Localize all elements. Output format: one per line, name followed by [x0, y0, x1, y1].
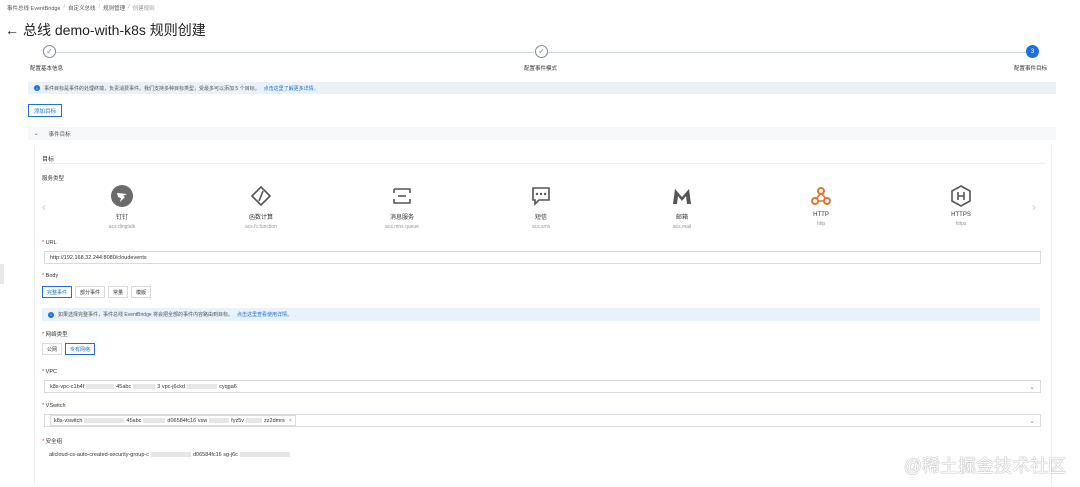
body-radio-group: 完整事件 部分事件 常量 模版 [42, 286, 152, 298]
section-title: 目标 [42, 157, 55, 163]
service-http[interactable]: HTTP http [791, 184, 851, 227]
service-name: 钉钉 [115, 215, 128, 221]
service-name: 邮箱 [675, 215, 688, 221]
info-icon: i [34, 85, 40, 91]
breadcrumb-item[interactable]: 自定义总线 [68, 4, 96, 12]
sms-icon [529, 184, 553, 208]
network-option-public[interactable]: 公网 [42, 343, 63, 355]
service-code: acs.dingtalk [108, 224, 136, 230]
service-type-label: 服务类型 [42, 176, 65, 182]
network-radio-group: 公网 专有网络 [42, 343, 96, 355]
service-function-compute[interactable]: 函数计算 acs.fc.function [231, 184, 291, 230]
step-connector [56, 52, 534, 53]
service-sms[interactable]: 短信 acs.sms [511, 184, 571, 230]
body-label: * Body [42, 273, 59, 279]
vpc-select[interactable]: k8s-vpc-c1b4f 45abc 3 vpc-j6ckd cyqga6 ⌄ [44, 380, 1041, 393]
body-option-template[interactable]: 模版 [131, 286, 152, 298]
info-text: 事件目标是事件的处理终端，负责消费事件。我们支持多种目标类型，受最多可以添加 5… [44, 85, 260, 92]
body-option-partial-event[interactable]: 部分事件 [75, 286, 106, 298]
step-done-check-icon: ✓ [43, 45, 56, 58]
step-label-event-pattern: 配置事件模式 [524, 66, 558, 72]
add-target-button[interactable]: 添加目标 [28, 104, 62, 117]
carousel-next-icon[interactable]: › [1032, 200, 1036, 214]
info-icon: i [48, 311, 54, 318]
breadcrumb-item[interactable]: 规则管理 [103, 4, 125, 12]
service-name: 消息服务 [389, 215, 414, 221]
step-connector [548, 52, 1026, 53]
service-message[interactable]: 消息服务 acs.mns.queue [372, 184, 432, 230]
service-code: https [955, 221, 967, 227]
service-mail[interactable]: 邮箱 acs.mail [652, 184, 712, 230]
chevron-down-icon[interactable]: ⌄ [34, 131, 39, 137]
divider [40, 163, 1045, 164]
event-target-panel-header[interactable]: ⌄ 事件目标 [28, 127, 1056, 140]
chevron-down-icon[interactable]: ⌄ [1029, 383, 1035, 391]
https-icon [949, 184, 973, 208]
chevron-down-icon[interactable]: ⌄ [1029, 417, 1035, 425]
service-name: HTTP [813, 212, 829, 218]
vswitch-tag: k8s-vswitch 45abc d06584fc16 vsw fyz5v z… [50, 415, 297, 426]
vswitch-label: * VSwitch [42, 403, 66, 409]
mail-icon [670, 184, 694, 208]
service-https[interactable]: HTTPS https [931, 184, 991, 227]
service-name: 短信 [534, 215, 547, 221]
info-link[interactable]: 点击这里了解更多详情。 [264, 85, 319, 92]
body-option-full-event[interactable]: 完整事件 [42, 286, 73, 298]
watermark: @稀土掘金技术社区 [903, 456, 1066, 476]
step-progress: ✓ ✓ 3 配置基本信息 配置事件模式 配置事件目标 [0, 44, 1080, 74]
notice-link[interactable]: 点击这里查看使用详情。 [237, 311, 292, 318]
message-service-icon [390, 184, 414, 208]
service-name: HTTPS [951, 212, 971, 218]
vswitch-select[interactable]: k8s-vswitch 45abc d06584fc16 vsw fyz5v z… [44, 414, 1041, 427]
info-bar: i 事件目标是事件的处理终端，负责消费事件。我们支持多种目标类型，受最多可以添加… [28, 82, 1056, 94]
service-code: acs.fc.function [245, 224, 277, 230]
function-compute-icon [249, 184, 273, 208]
left-collapse-tab[interactable] [0, 264, 4, 284]
breadcrumb-current: 创建规则 [132, 6, 155, 12]
vpc-label: * VPC [42, 369, 57, 375]
service-code: http [816, 221, 826, 227]
step-done-check-icon: ✓ [535, 45, 548, 58]
url-label: * URL [42, 240, 57, 246]
back-arrow-icon[interactable]: ← [5, 22, 19, 38]
webhook-icon [809, 184, 833, 208]
notice-text: 如果选择完整事件，事件总线 EventBridge 将会把全部的事件内容路由到目… [58, 312, 234, 318]
body-notice: i 如果选择完整事件，事件总线 EventBridge 将会把全部的事件内容路由… [42, 308, 1040, 321]
step-active-indicator: 3 [1026, 45, 1039, 58]
dingtalk-icon [110, 184, 134, 208]
service-code: acs.mail [672, 224, 692, 230]
page-title: ← 总线 demo-with-k8s 规则创建 [5, 20, 206, 40]
breadcrumb: 事件总线 EventBridge / 自定义总线 / 规则管理 / 创建规则 [7, 4, 155, 12]
network-option-vpc[interactable]: 专有网络 [65, 343, 96, 355]
security-group-select[interactable]: alicloud-cs-auto-created-security-group-… [44, 448, 1041, 461]
body-option-constant[interactable]: 常量 [108, 286, 129, 298]
service-code: acs.sms [531, 224, 551, 230]
step-label-event-target: 配置事件目标 [1014, 66, 1048, 72]
service-dingtalk[interactable]: 钉钉 acs.dingtalk [92, 184, 152, 230]
url-input[interactable]: http://192.168.32.244:8080/cloudevents [44, 251, 1041, 264]
network-type-label: * 网络类型 [42, 332, 68, 338]
step-label-basic-info: 配置基本信息 [30, 66, 64, 72]
panel-title: 事件目标 [48, 131, 71, 138]
service-name: 函数计算 [248, 215, 273, 221]
page-title-text: 总线 demo-with-k8s 规则创建 [23, 22, 206, 38]
close-icon[interactable]: × [289, 418, 292, 424]
breadcrumb-item[interactable]: 事件总线 EventBridge [7, 4, 61, 12]
carousel-prev-icon[interactable]: ‹ [42, 200, 46, 214]
service-code: acs.mns.queue [385, 224, 419, 230]
security-group-label: * 安全组 [42, 439, 63, 445]
